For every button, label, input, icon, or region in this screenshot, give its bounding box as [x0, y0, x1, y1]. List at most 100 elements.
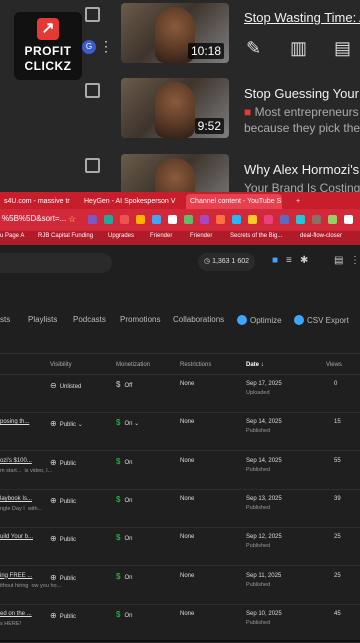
tab-podcasts[interactable]: Podcasts	[73, 315, 106, 324]
pin-icon[interactable]: ✱	[300, 255, 308, 266]
monetization-cell[interactable]: $ On	[116, 610, 132, 619]
video-desc-cell: m start... is video, I...	[0, 467, 53, 474]
tab-posts[interactable]: sts	[0, 315, 10, 324]
video-title[interactable]: Stop Guessing Your Ni	[244, 86, 360, 101]
extension-icon[interactable]	[232, 215, 241, 224]
csv-export-button[interactable]: CSV Export	[294, 315, 349, 325]
extension-icon[interactable]	[184, 215, 193, 224]
video-title[interactable]: Stop Wasting Time: Ah	[244, 10, 360, 25]
browser-tab-active[interactable]: Channel content - YouTube S	[186, 194, 282, 209]
extension-icon[interactable]	[312, 215, 321, 224]
bookmark[interactable]: Secrets of the Big...	[230, 233, 282, 239]
visibility-cell[interactable]: ⊕ Public	[50, 611, 76, 620]
table-row[interactable]: uild Your b... ⊕ Public $ On None Sep 12, 2025…	[0, 528, 360, 567]
extension-icon[interactable]	[328, 215, 337, 224]
extension-icon[interactable]	[296, 215, 305, 224]
video-title-cell[interactable]: laybook Is...	[0, 496, 32, 502]
col-date[interactable]: Date ↓	[246, 362, 264, 368]
monetization-cell[interactable]: $ On	[116, 457, 132, 466]
extension-icon[interactable]	[280, 215, 289, 224]
extension-icon[interactable]	[88, 215, 97, 224]
star-icon[interactable]: ☆	[68, 214, 76, 225]
date-cell: Sep 10, 2025	[246, 610, 282, 617]
extension-icon[interactable]	[264, 215, 273, 224]
video-thumbnail[interactable]	[121, 154, 229, 192]
extension-icon[interactable]	[248, 215, 257, 224]
video-thumbnail[interactable]: 9:52	[121, 78, 229, 138]
video-thumbnail[interactable]: 10:18	[121, 3, 229, 63]
col-restrictions[interactable]: Restrictions	[180, 362, 211, 368]
extension-icon[interactable]	[152, 215, 161, 224]
bookmark[interactable]: Friender	[150, 233, 172, 239]
monetization-cell[interactable]: $ Off	[116, 380, 132, 389]
visibility-cell[interactable]: ⊕ Public	[50, 496, 76, 505]
monetization-cell[interactable]: $ On ⌄	[116, 418, 139, 427]
extension-icon[interactable]	[104, 215, 113, 224]
restrictions-cell: None	[180, 419, 195, 426]
bookmark[interactable]: Upgrades	[108, 233, 134, 239]
bookmark[interactable]: RJB Capital Funding	[38, 233, 93, 239]
extension-icon[interactable]	[344, 215, 353, 224]
visibility-cell[interactable]: ⊕ Public ⌄	[50, 419, 83, 428]
extension-icon[interactable]	[136, 215, 145, 224]
video-title-cell[interactable]: ed on the ...	[0, 611, 32, 617]
comments-icon[interactable]: ▤	[334, 38, 351, 59]
browser-tab[interactable]: s4U.com - massive tr	[0, 194, 74, 209]
monetization-cell[interactable]: $ On	[116, 533, 132, 542]
views-cell: 55	[334, 457, 341, 464]
new-tab-icon[interactable]: +	[292, 194, 304, 209]
video-title-cell[interactable]: ozi's $100...	[0, 458, 32, 464]
visibility-cell[interactable]: ⊖ Unlisted	[50, 381, 81, 390]
table-row[interactable]: ed on the ... s HERE! ⊕ Public $ On None Sep 10…	[0, 605, 360, 643]
translate-icon[interactable]: ■	[272, 255, 278, 266]
row-checkbox[interactable]	[85, 158, 100, 173]
video-title-cell[interactable]: ing FREE ...	[0, 573, 32, 579]
video-title-cell[interactable]: posing th...	[0, 419, 29, 425]
col-visibility[interactable]: Visibility	[50, 362, 72, 368]
globe-icon: ⊕	[50, 457, 57, 467]
table-row[interactable]: laybook Is... ngle Day I with... ⊕ Public $ O…	[0, 490, 360, 528]
monetization-cell[interactable]: $ On	[116, 495, 132, 504]
monetization-cell[interactable]: $ On	[116, 572, 132, 581]
tab-promotions[interactable]: Promotions	[120, 315, 160, 324]
visibility-cell[interactable]: ⊕ Public	[50, 534, 76, 543]
bookmark[interactable]: u Page A	[0, 233, 24, 239]
search-input[interactable]	[0, 253, 112, 273]
optimize-button[interactable]: Optimize	[237, 315, 282, 325]
bookmark[interactable]: Friender	[190, 233, 212, 239]
table-row[interactable]: ozi's $100... m start... is video, I... ⊕ P…	[0, 452, 360, 490]
table-row[interactable]: ing FREE ... ithout hiring ow you ho... ⊕ P…	[0, 567, 360, 605]
filter-icon[interactable]: ≡	[286, 255, 292, 266]
more-vert-icon[interactable]: ⋮	[99, 38, 113, 55]
row-checkbox[interactable]	[85, 83, 100, 98]
extension-icon[interactable]	[200, 215, 209, 224]
edit-pencil-icon[interactable]: ✎	[246, 38, 261, 59]
analytics-icon[interactable]: ▥	[290, 38, 307, 59]
video-title-cell[interactable]: uild Your b...	[0, 534, 33, 540]
url-text[interactable]: %5B%5D&sort=...	[2, 214, 66, 223]
feedback-icon[interactable]: ▤	[334, 255, 343, 266]
address-bar[interactable]: %5B%5D&sort=... ☆	[0, 209, 360, 231]
globe-icon: ⊕	[50, 610, 57, 620]
browser-tab[interactable]: HeyGen - AI Spokesperson V	[80, 194, 175, 209]
tab-playlists[interactable]: Playlists	[28, 315, 57, 324]
dollar-icon: $	[116, 571, 121, 581]
video-title[interactable]: Why Alex Hormozi's $1	[244, 162, 360, 177]
views-cell: 15	[334, 419, 341, 426]
col-views[interactable]: Views	[326, 362, 342, 368]
extension-icon[interactable]	[216, 215, 225, 224]
bookmark[interactable]: deal-flow-closer	[300, 233, 342, 239]
extension-icon[interactable]	[120, 215, 129, 224]
table-row[interactable]: ⊖ Unlisted $ Off None Sep 17, 2025 Uploaded 0	[0, 375, 360, 413]
extension-icon[interactable]	[168, 215, 177, 224]
more-vert-icon[interactable]: ⋮	[350, 255, 360, 266]
row-checkbox[interactable]	[85, 7, 100, 22]
duration-badge: 10:18	[187, 43, 224, 59]
visibility-cell[interactable]: ⊕ Public	[50, 458, 76, 467]
table-row[interactable]: posing th... ⊕ Public ⌄ $ On ⌄ None Sep 14, 20…	[0, 413, 360, 452]
content-tabs: sts Playlists Podcasts Promotions Collab…	[0, 309, 360, 331]
col-monetization[interactable]: Monetization	[116, 362, 150, 368]
visibility-cell[interactable]: ⊕ Public	[50, 573, 76, 582]
tab-collaborations[interactable]: Collaborations	[173, 315, 224, 324]
status-cell: Published	[246, 543, 271, 550]
